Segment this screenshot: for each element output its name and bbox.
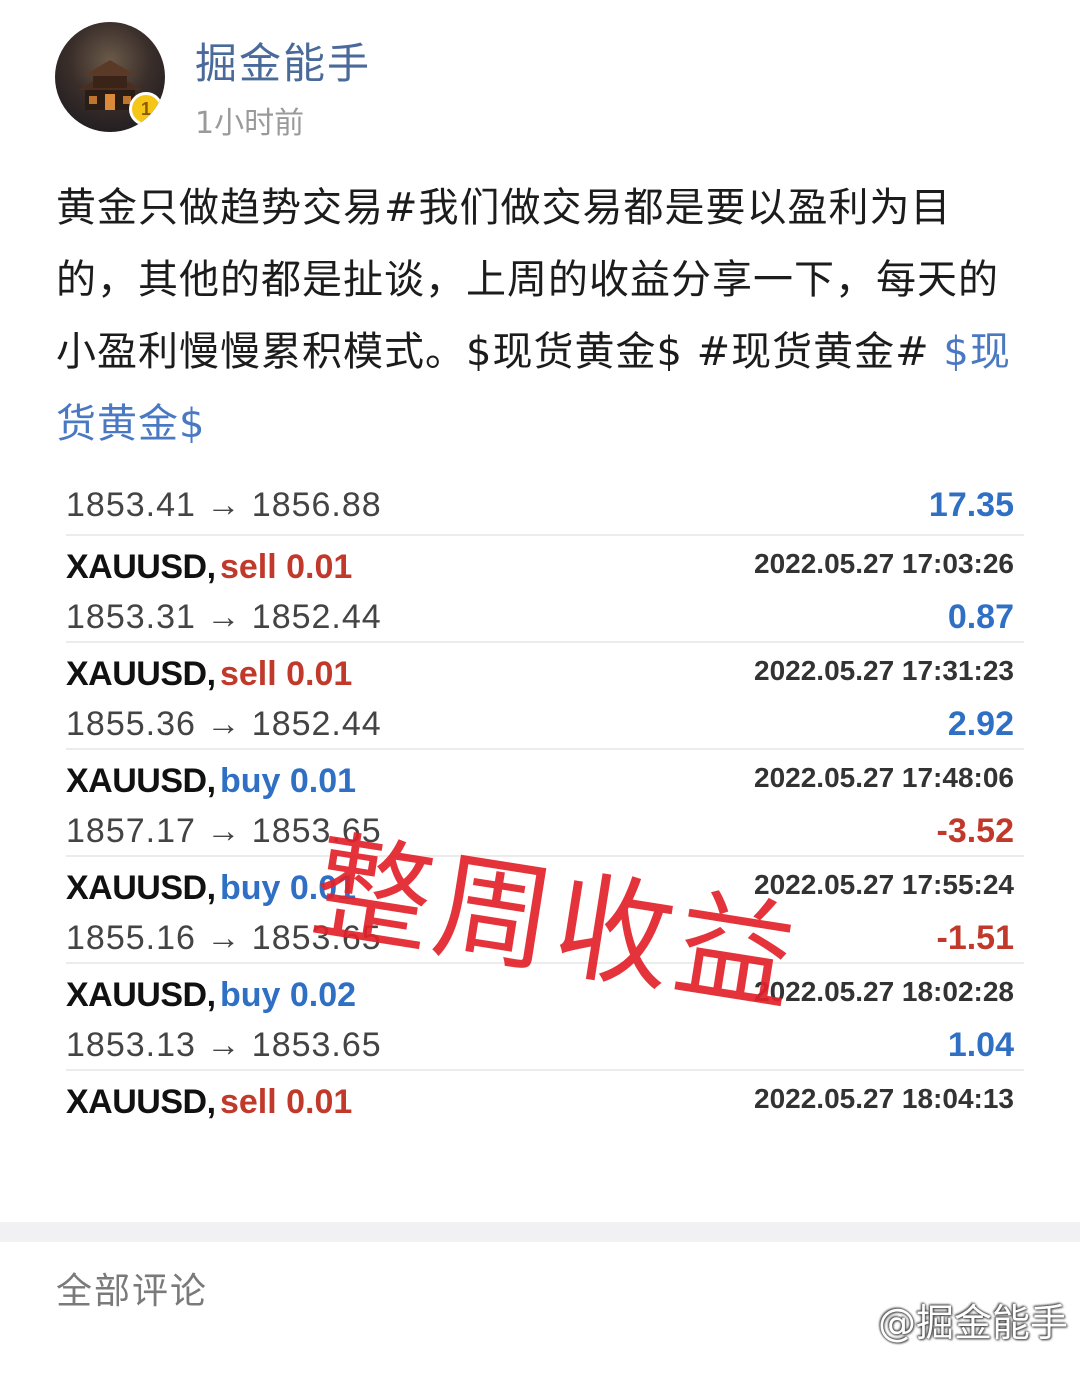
trade-price-row: 1853.31 → 1852.44 0.87 bbox=[66, 598, 1014, 642]
trade-date: 2022.05.27 17:48:06 bbox=[754, 762, 1014, 793]
trade-profit: 17.35 bbox=[928, 486, 1014, 524]
trade-side: sell 0.01 bbox=[219, 548, 353, 586]
trade-date: 2022.05.27 18:04:13 bbox=[754, 1083, 1014, 1114]
level-badge: 1 bbox=[129, 92, 163, 126]
trade-prices: 1855.36 → 1852.44 bbox=[66, 705, 382, 743]
trade-price-row: 1852.02 → 1854.06 2.04 bbox=[66, 1133, 1014, 1134]
trade-side: sell 0.01 bbox=[219, 655, 353, 693]
trade-profit: 2.92 bbox=[947, 705, 1014, 743]
trade-row: XAUUSD, sell 0.01 2022.05.27 17:03:26 1853… bbox=[66, 536, 1024, 643]
trade-symbol: XAUUSD, bbox=[66, 548, 216, 586]
trade-prices: 1853.41 → 1856.88 bbox=[66, 486, 382, 524]
trade-symbol: XAUUSD, bbox=[66, 762, 216, 800]
comments-header[interactable]: 全部评论 bbox=[56, 1262, 208, 1314]
watermark: @掘金能手 bbox=[877, 1301, 1068, 1345]
trade-price-row: 1853.13 → 1853.65 1.04 bbox=[66, 1026, 1014, 1070]
section-divider bbox=[0, 1222, 1080, 1242]
post-header: 1 掘金能手 1小时前 bbox=[55, 22, 1035, 141]
trade-header-row: XAUUSD, sell 0.01 2022.05.27 17:03:26 bbox=[66, 548, 1014, 588]
author-name[interactable]: 掘金能手 bbox=[195, 30, 371, 91]
trade-prices: 1852.02 → 1854.06 bbox=[66, 1133, 382, 1134]
trade-side: buy 0.02 bbox=[219, 976, 357, 1014]
post-content: 黄金只做趋势交易#我们做交易都是要以盈利为目的，其他的都是扯谈，上周的收益分享一… bbox=[56, 172, 1031, 460]
trade-side: sell 0.01 bbox=[219, 1083, 353, 1121]
trade-header-row: XAUUSD, sell 0.01 2022.05.27 17:31:23 bbox=[66, 655, 1014, 695]
trade-price-row: 1853.41 → 1856.88 17.35 bbox=[66, 486, 1014, 530]
trade-profit: -3.52 bbox=[936, 812, 1015, 850]
trade-header-row: XAUUSD, sell 0.01 2022.05.27 18:04:13 bbox=[66, 1083, 1014, 1123]
trade-symbol: XAUUSD, bbox=[66, 976, 216, 1014]
trade-date: 2022.05.27 17:31:23 bbox=[754, 655, 1014, 686]
trade-header-row: XAUUSD, buy 0.01 2022.05.27 17:48:06 bbox=[66, 762, 1014, 802]
trade-price-row: 1855.36 → 1852.44 2.92 bbox=[66, 705, 1014, 749]
trade-history-screenshot: 1853.41 → 1856.88 17.35 XAUUSD, sell 0.0… bbox=[66, 478, 1024, 1134]
trade-row: XAUUSD, sell 0.01 2022.05.27 18:04:13 1852… bbox=[66, 1071, 1024, 1134]
trade-prices: 1853.13 → 1853.65 bbox=[66, 1026, 382, 1064]
author-avatar[interactable]: 1 bbox=[55, 22, 165, 132]
trade-profit: -1.51 bbox=[936, 919, 1015, 957]
trade-symbol: XAUUSD, bbox=[66, 869, 216, 907]
trade-row: XAUUSD, sell 0.01 2022.05.27 17:31:23 1855… bbox=[66, 643, 1024, 750]
trade-date: 2022.05.27 17:03:26 bbox=[754, 548, 1014, 579]
trade-profit: 2.04 bbox=[948, 1133, 1014, 1134]
post-text: 黄金只做趋势交易#我们做交易都是要以盈利为目的，其他的都是扯谈，上周的收益分享一… bbox=[56, 185, 999, 375]
trade-symbol: XAUUSD, bbox=[66, 1083, 216, 1121]
post-timestamp: 1小时前 bbox=[195, 106, 305, 141]
trade-symbol: XAUUSD, bbox=[66, 655, 216, 693]
trade-profit: 0.87 bbox=[947, 598, 1014, 636]
trade-profit: 1.04 bbox=[947, 1026, 1014, 1064]
trade-prices: 1853.31 → 1852.44 bbox=[66, 598, 382, 636]
trade-row: 1853.41 → 1856.88 17.35 bbox=[66, 478, 1024, 536]
